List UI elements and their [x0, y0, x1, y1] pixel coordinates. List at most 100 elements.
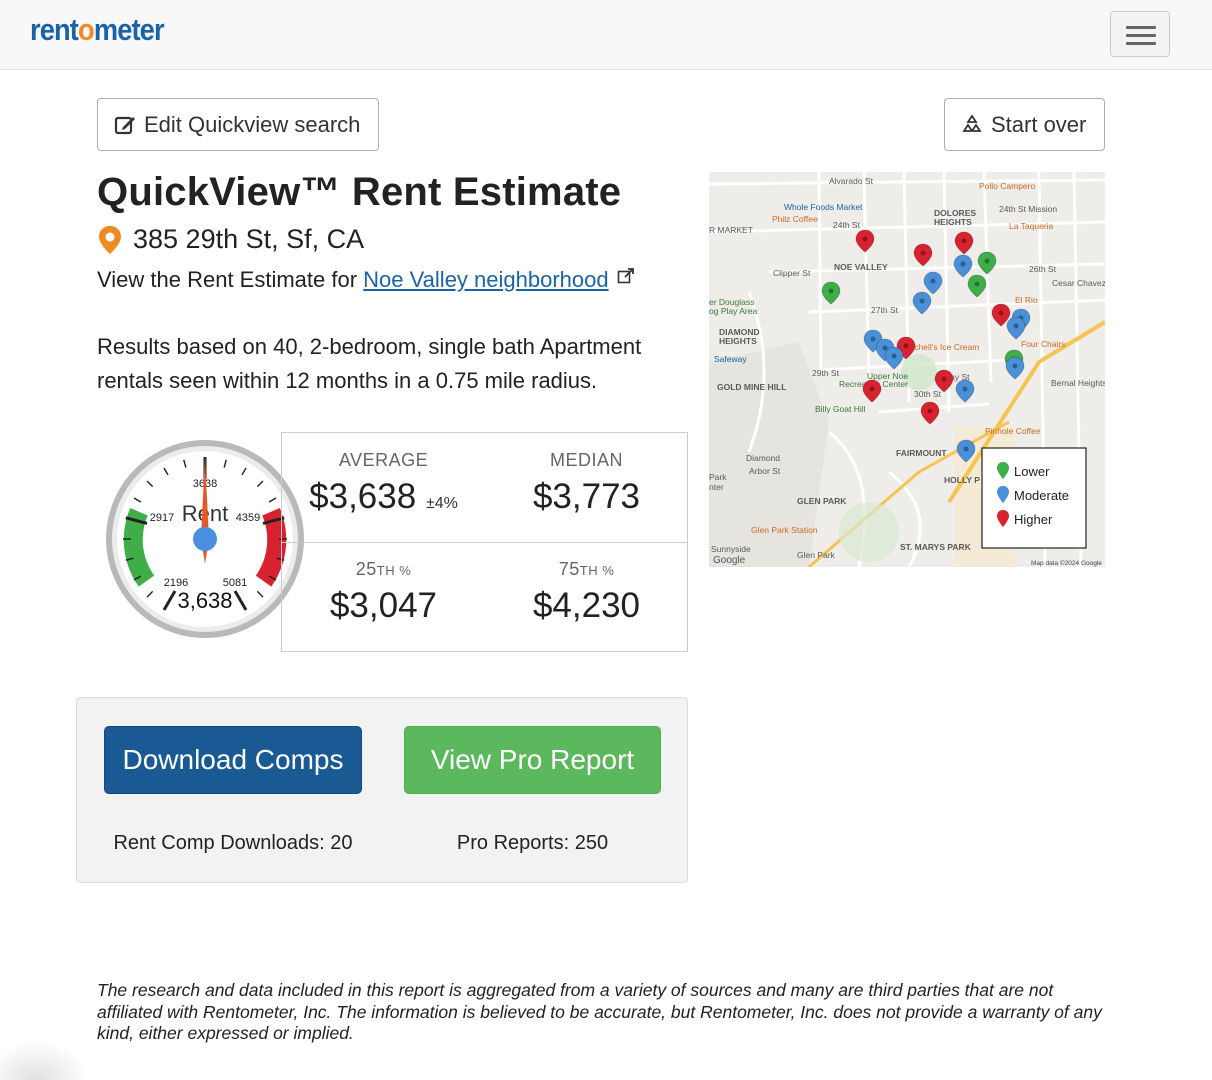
- gauge-hub: [193, 527, 217, 551]
- map-marker-dot: [927, 408, 933, 414]
- map-label: Park: [709, 472, 727, 482]
- map-label: Pollo Campero: [979, 181, 1035, 191]
- map-label: 24th St: [833, 220, 861, 230]
- map-label: La Taqueria: [1009, 221, 1054, 231]
- map-label: og Play Area: [709, 306, 757, 316]
- gauge-tick-label: 4359: [236, 512, 260, 524]
- map-marker-dot: [961, 238, 967, 244]
- median-value: $3,773: [532, 477, 641, 516]
- p25-value: $3,047: [329, 586, 438, 625]
- neighborhood-line: View the Rent Estimate for Noe Valley ne…: [97, 267, 635, 293]
- navbar: rentometer: [0, 0, 1212, 70]
- map-label: Clipper St: [773, 268, 811, 278]
- map-label: 26th St: [1029, 264, 1057, 274]
- address-text: 385 29th St, Sf, CA: [133, 224, 365, 254]
- map-label: HEIGHTS: [719, 336, 757, 346]
- map-label: ST. MARYS PARK: [900, 542, 972, 552]
- start-over-label: Start over: [991, 111, 1087, 137]
- map-label: 27th St: [871, 305, 899, 315]
- map-label: Four Chairs: [1021, 339, 1065, 349]
- address: 385 29th St, Sf, CA: [97, 224, 364, 255]
- map-label: FAIRMOUNT: [896, 448, 947, 458]
- view-pro-report-button[interactable]: View Pro Report: [404, 726, 661, 794]
- map-marker-dot: [869, 386, 875, 392]
- map-marker-dot: [920, 250, 926, 256]
- rent-stats-table: AVERAGE $3,638 ±4% MEDIAN $3,773 25TH % …: [281, 432, 688, 652]
- map-label: HOLLY P: [944, 475, 980, 485]
- gauge-value: 3,638: [177, 588, 232, 613]
- map-marker-dot: [919, 298, 925, 304]
- map-marker-dot: [974, 281, 980, 287]
- map-label: NOE VALLEY: [834, 262, 888, 272]
- rent-gauge: 3638 2917 4359 2196 5081 Rent 3,638: [106, 440, 304, 638]
- map-label: Cesar Chavez: [1052, 278, 1105, 288]
- gauge-tick-label: 2917: [150, 512, 174, 524]
- map-label: Diamond: [746, 453, 780, 463]
- menu-toggle-button[interactable]: [1110, 11, 1170, 57]
- map-label: Glen Park Station: [751, 525, 818, 535]
- download-comps-button[interactable]: Download Comps: [104, 726, 362, 794]
- map-marker-dot: [862, 236, 868, 242]
- map-label: Whole Foods Market: [784, 202, 863, 212]
- map-label: HEIGHTS: [934, 217, 972, 227]
- average-value: $3,638: [309, 477, 417, 516]
- rentometer-logo[interactable]: rentometer: [30, 12, 165, 48]
- map-label: Alvarado St: [829, 176, 874, 186]
- map-label: Bernal Heights: [1051, 378, 1105, 388]
- map-marker-dot: [828, 288, 834, 294]
- map-attribution: Map data ©2024 Google: [1031, 559, 1102, 567]
- map-label: Glen Park: [797, 550, 836, 560]
- edit-quickview-label: Edit Quickview search: [144, 111, 361, 137]
- start-over-button[interactable]: Start over: [944, 98, 1105, 151]
- map-label: Pinhole Coffee: [985, 426, 1041, 436]
- map-label: R MARKET: [709, 225, 753, 235]
- map-label: 30th St: [914, 389, 942, 399]
- google-logo: Google: [713, 555, 746, 566]
- map-marker-dot: [903, 343, 909, 349]
- comps-map[interactable]: Alvarado St Pollo Campero Whole Foods Ma…: [709, 172, 1105, 567]
- p75-value: $4,230: [532, 586, 641, 625]
- map-label: Philz Coffee: [772, 214, 818, 224]
- average-margin: ±4%: [425, 495, 458, 512]
- legend-moderate: Moderate: [1014, 488, 1069, 503]
- page-title: QuickView™ Rent Estimate: [97, 170, 622, 214]
- p25-cell: 25TH % $3,047: [282, 559, 485, 626]
- map-marker-dot: [941, 376, 947, 382]
- map-marker-dot: [962, 386, 968, 392]
- map-label: GLEN PARK: [797, 496, 847, 506]
- hamburger-icon: [1126, 26, 1156, 29]
- recycle-icon: [962, 113, 982, 132]
- map-marker-dot: [930, 278, 936, 284]
- pro-report-count: Pro Reports: 250: [456, 832, 609, 854]
- map-label: Arbor St: [749, 466, 781, 476]
- map-label: GOLD MINE HILL: [717, 382, 786, 392]
- map-label: Billy Goat Hill: [815, 404, 866, 414]
- edit-quickview-button[interactable]: Edit Quickview search: [97, 98, 379, 151]
- map-label: 24th St Mission: [999, 204, 1057, 214]
- download-count: Rent Comp Downloads: 20: [113, 832, 353, 854]
- map-label: El Rio: [1015, 295, 1038, 305]
- median-cell: MEDIAN $3,773: [485, 450, 688, 517]
- location-pin-icon: [99, 225, 121, 254]
- neighborhood-link[interactable]: Noe Valley neighborhood: [363, 267, 608, 292]
- map-label: 29th St: [812, 368, 840, 378]
- legend-higher: Higher: [1014, 512, 1053, 527]
- average-cell: AVERAGE $3,638 ±4%: [309, 450, 458, 516]
- disclaimer: The research and data included in this r…: [97, 980, 1102, 1043]
- results-summary: Results based on 40, 2-bedroom, single b…: [97, 334, 642, 393]
- map-label: nter: [709, 482, 724, 492]
- map-marker-dot: [984, 258, 990, 264]
- map-marker-dot: [960, 261, 966, 267]
- map-marker-dot: [1013, 323, 1019, 329]
- map-label: Sunnyside: [711, 544, 751, 554]
- map-canvas: Alvarado St Pollo Campero Whole Foods Ma…: [709, 172, 1105, 567]
- map-marker-dot: [891, 353, 897, 359]
- map-marker-dot: [870, 336, 876, 342]
- map-label: Safeway: [714, 354, 747, 364]
- map-marker-dot: [998, 310, 1004, 316]
- map-marker-dot: [882, 345, 888, 351]
- edit-icon: [114, 116, 135, 134]
- map-marker-dot: [963, 446, 969, 452]
- p75-cell: 75TH % $4,230: [485, 559, 688, 626]
- external-link-icon: [617, 268, 634, 284]
